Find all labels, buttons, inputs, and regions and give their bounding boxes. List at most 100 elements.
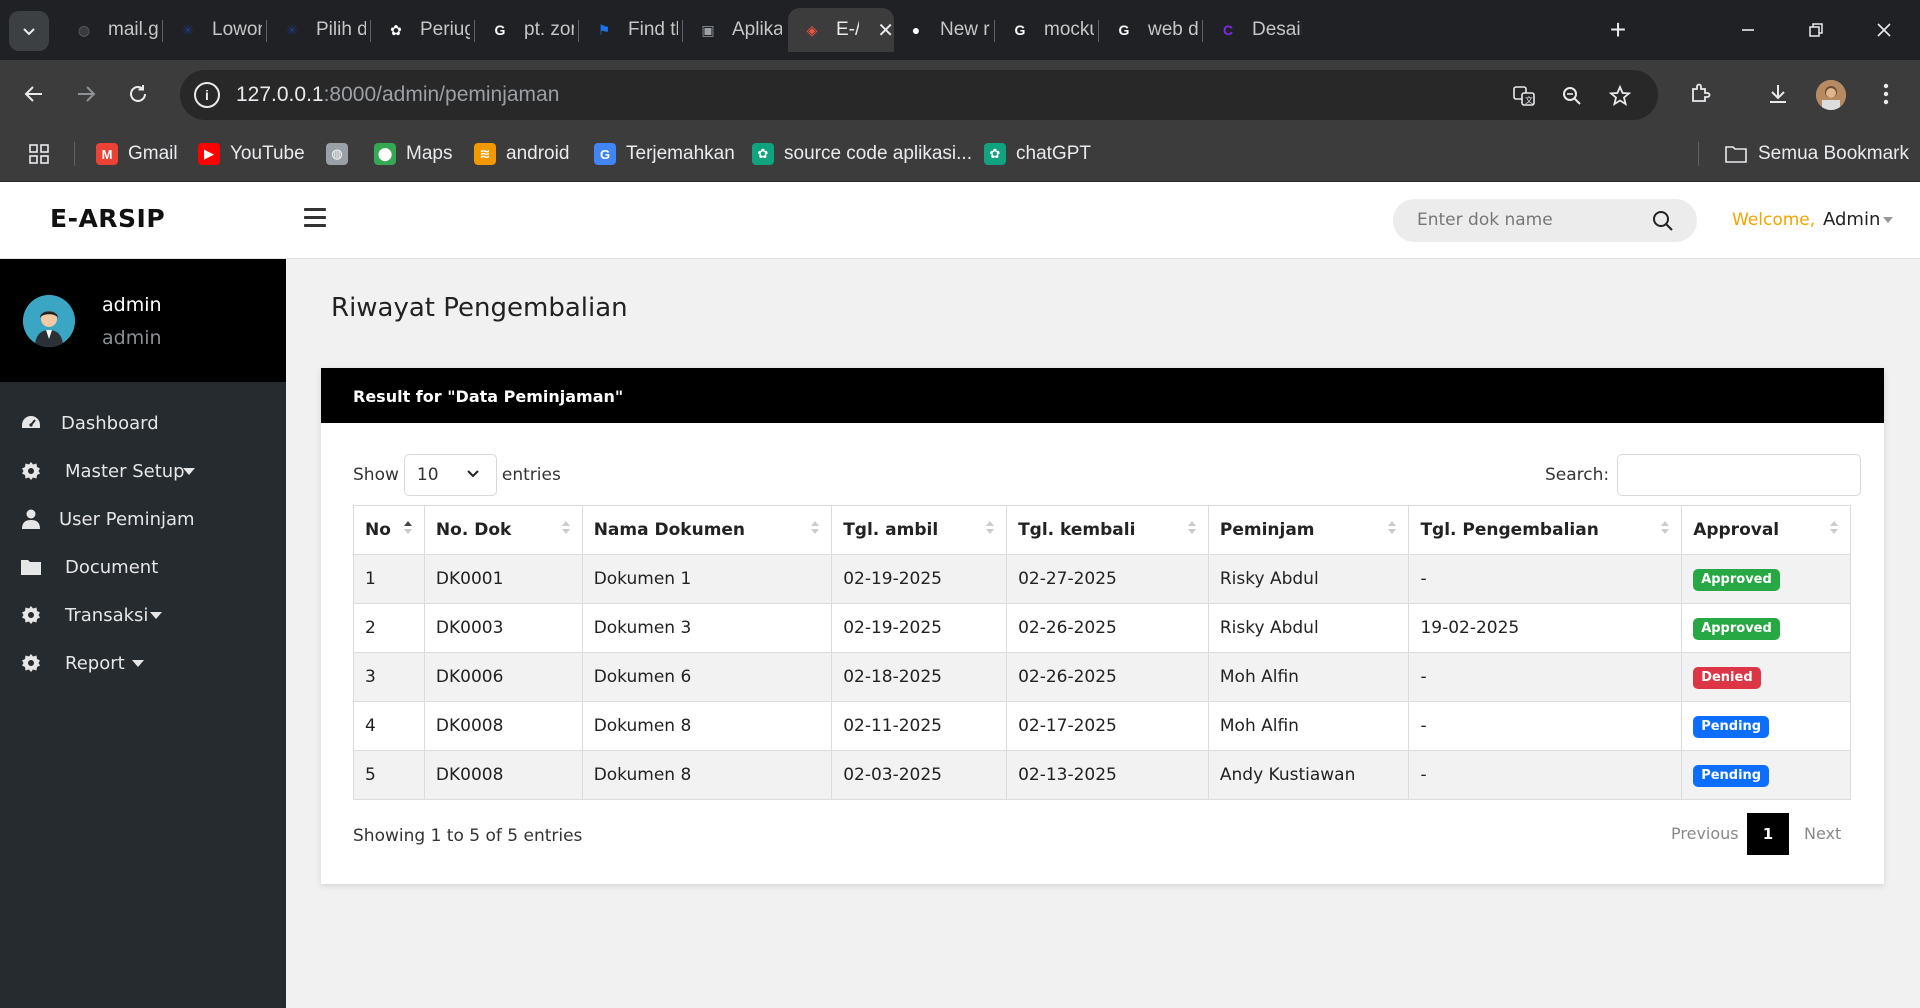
bookmark-item[interactable]: M Gmail bbox=[96, 140, 178, 168]
table-cell-approval: Denied bbox=[1681, 652, 1851, 702]
translate-page-icon[interactable]: 文 bbox=[1510, 82, 1538, 110]
sidebar-item-transaksi[interactable]: Transaksi bbox=[0, 595, 286, 635]
tab-separator bbox=[162, 20, 163, 42]
browser-tab[interactable]: C Desain bbox=[1204, 8, 1302, 52]
table-row: 4 DK0008 Dokumen 8 02-11-2025 02-17-2025 Moh … bbox=[353, 701, 1851, 751]
extensions-icon[interactable] bbox=[1682, 76, 1718, 112]
hamburger-menu-icon[interactable] bbox=[304, 208, 326, 228]
entries-select[interactable]: 10 bbox=[403, 454, 497, 496]
bookmark-star-icon[interactable] bbox=[1606, 82, 1634, 110]
laravel-icon: ◈ bbox=[806, 21, 818, 38]
url-text[interactable]: 127.0.0.1:8000/admin/peminjaman bbox=[236, 83, 559, 107]
search-icon[interactable] bbox=[1652, 210, 1674, 232]
sidebar-item-master-setup[interactable]: Master Setup bbox=[0, 451, 286, 491]
gear-icon bbox=[20, 604, 42, 626]
sidebar-item-document[interactable]: Document bbox=[0, 547, 286, 587]
tab-separator bbox=[578, 20, 579, 42]
show-label: Show bbox=[353, 465, 399, 485]
table-row: 2 DK0003 Dokumen 3 02-19-2025 02-26-2025 Risk… bbox=[353, 603, 1851, 653]
pagination-page[interactable]: 1 bbox=[1747, 813, 1789, 855]
globe-icon: ◍ bbox=[77, 21, 91, 38]
table-search: Search: bbox=[1545, 454, 1862, 496]
zoom-icon[interactable] bbox=[1558, 82, 1586, 110]
table-cell-pengembalian: - bbox=[1408, 652, 1683, 702]
restore-button[interactable] bbox=[1796, 12, 1836, 48]
bookmark-item[interactable]: ◍ bbox=[326, 140, 358, 168]
browser-tab[interactable]: ⚑ Find th bbox=[580, 8, 678, 52]
entries-length-control: Show 10 entries bbox=[353, 454, 561, 496]
minimize-button[interactable] bbox=[1728, 12, 1768, 48]
table-cell-pengembalian: 19-02-2025 bbox=[1408, 603, 1683, 653]
url-host: 127.0.0.1 bbox=[236, 83, 324, 106]
sidebar-item-report[interactable]: Report bbox=[0, 643, 286, 683]
svg-text:文: 文 bbox=[1525, 95, 1533, 105]
all-bookmarks-button[interactable]: Semua Bookmark bbox=[1724, 140, 1909, 168]
table-cell-kembali: 02-13-2025 bbox=[1006, 750, 1209, 800]
sort-icon bbox=[1830, 521, 1838, 539]
browser-tab[interactable]: ◈ E-/✕ bbox=[788, 8, 894, 52]
forward-button[interactable] bbox=[68, 76, 104, 112]
sidebar-item-user-peminjam[interactable]: User Peminjam bbox=[0, 499, 286, 539]
browser-tab[interactable]: ▣ Aplikas bbox=[684, 8, 782, 52]
table-search-input[interactable] bbox=[1617, 454, 1862, 496]
site-info-icon[interactable]: i bbox=[194, 82, 220, 108]
browser-tab[interactable]: ✳ Lowong bbox=[164, 8, 262, 52]
tab-title: Aplikas bbox=[732, 19, 782, 40]
address-bar[interactable]: i 127.0.0.1:8000/admin/peminjaman 文 bbox=[180, 70, 1658, 120]
download-icon[interactable] bbox=[1760, 76, 1796, 112]
sidebar-item-label: Dashboard bbox=[61, 412, 159, 434]
github-icon: ● bbox=[911, 22, 921, 38]
bookmark-item[interactable]: ▶ YouTube bbox=[198, 140, 305, 168]
column-header[interactable]: Tgl. kembali bbox=[1006, 505, 1209, 555]
sidebar-item-label: Report bbox=[65, 652, 125, 674]
bookmark-item[interactable]: ✿ source code aplikasi... bbox=[752, 140, 972, 168]
close-window-button[interactable] bbox=[1864, 12, 1904, 48]
column-header[interactable]: Tgl. ambil bbox=[831, 505, 1008, 555]
browser-tab[interactable]: Gpt. zon bbox=[476, 8, 574, 52]
brand-logo[interactable]: E-ARSIP bbox=[50, 204, 165, 233]
browser-tab[interactable]: Gmocku bbox=[996, 8, 1094, 52]
sort-icon bbox=[986, 521, 995, 539]
pagination-next[interactable]: Next bbox=[1804, 824, 1841, 843]
bookmark-item[interactable]: ✿ chatGPT bbox=[984, 140, 1091, 168]
apps-grid-icon[interactable] bbox=[28, 140, 50, 168]
browser-menu-icon[interactable] bbox=[1868, 76, 1904, 112]
gear-icon bbox=[20, 652, 42, 674]
browser-tab[interactable]: ✳ Pilih dc bbox=[268, 8, 366, 52]
column-header-label: Peminjam bbox=[1219, 520, 1315, 540]
pagination-previous[interactable]: Previous bbox=[1671, 824, 1739, 843]
back-button[interactable] bbox=[16, 76, 52, 112]
doc-search-input[interactable] bbox=[1417, 210, 1637, 230]
browser-tab[interactable]: ✿ Periuga bbox=[372, 8, 470, 52]
caret-down-icon bbox=[150, 612, 162, 619]
bookmark-label: Maps bbox=[406, 143, 453, 164]
reload-button[interactable] bbox=[120, 76, 156, 112]
table-cell-approval: Pending bbox=[1681, 750, 1851, 800]
bookmark-item[interactable]: G Terjemahkan bbox=[594, 140, 735, 168]
column-header[interactable]: Tgl. Pengembalian bbox=[1408, 505, 1683, 555]
column-header[interactable]: No. Dok bbox=[423, 505, 583, 555]
column-header[interactable]: Approval bbox=[1681, 505, 1851, 555]
sidebar-item-dashboard[interactable]: Dashboard bbox=[0, 403, 286, 443]
table-header-row: No No. Dok Nama Dokumen Tgl. ambil Tgl. kemb… bbox=[353, 505, 1851, 555]
column-header[interactable]: Nama Dokumen bbox=[581, 505, 833, 555]
page-title: Riwayat Pengembalian bbox=[331, 293, 628, 323]
column-header-label: Tgl. Pengembalian bbox=[1420, 520, 1599, 540]
column-header[interactable]: No bbox=[353, 505, 425, 555]
browser-tab[interactable]: Gweb de bbox=[1100, 8, 1198, 52]
column-header[interactable]: Peminjam bbox=[1207, 505, 1410, 555]
caret-down-icon[interactable] bbox=[1883, 217, 1893, 223]
google-icon: G bbox=[1118, 22, 1130, 38]
table-cell-dok: DK0008 bbox=[423, 750, 583, 800]
profile-avatar[interactable] bbox=[1816, 80, 1846, 110]
bookmark-item[interactable]: ⬤ Maps bbox=[374, 140, 452, 168]
status-badge: Approved bbox=[1693, 568, 1780, 591]
android-icon: ≋ bbox=[474, 143, 496, 165]
new-tab-button[interactable]: + bbox=[1600, 12, 1636, 48]
tab-separator bbox=[682, 20, 683, 42]
user-menu-dropdown[interactable]: Admin bbox=[1823, 209, 1880, 230]
browser-tab[interactable]: ● New re bbox=[892, 8, 990, 52]
browser-tab[interactable]: ◍ mail.go bbox=[60, 8, 158, 52]
bookmark-item[interactable]: ≋ android bbox=[474, 140, 569, 168]
tab-search-button[interactable] bbox=[9, 11, 49, 51]
